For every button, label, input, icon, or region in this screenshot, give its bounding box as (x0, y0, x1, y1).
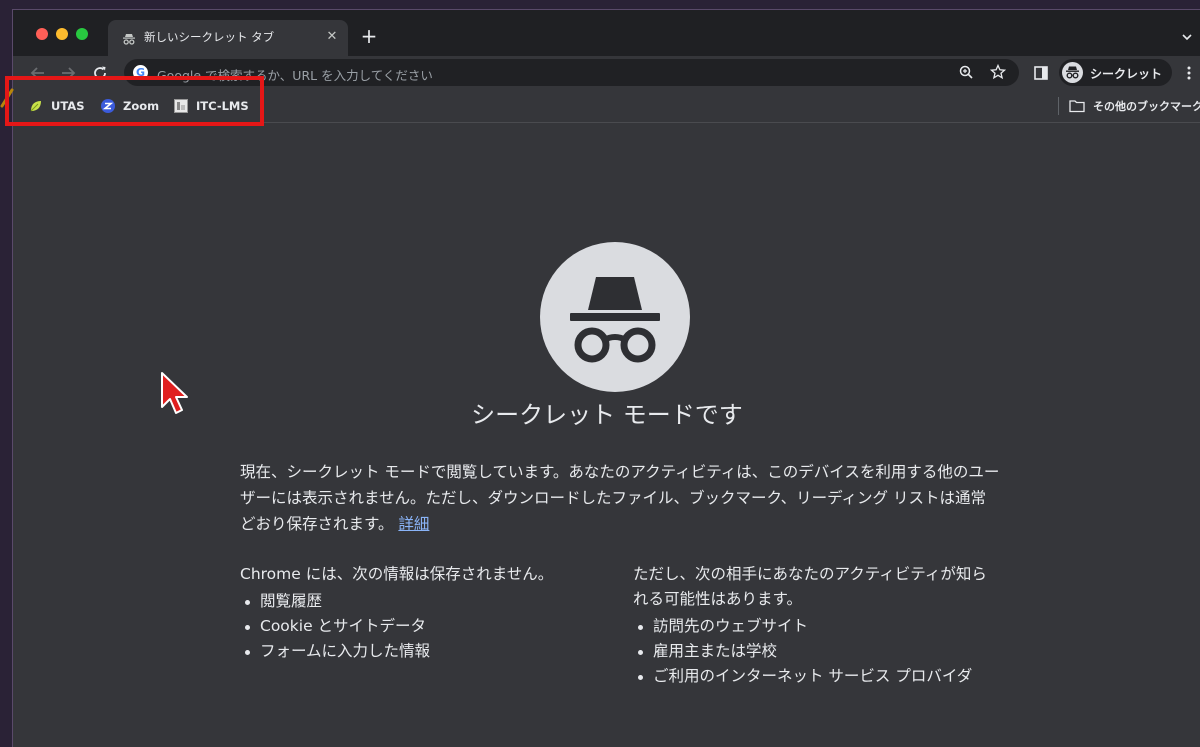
tab-title: 新しいシークレット タブ (144, 30, 275, 44)
side-panel-icon[interactable] (1033, 65, 1049, 81)
new-tab-button[interactable]: + (360, 26, 378, 46)
not-saved-title: Chrome には、次の情報は保存されません。 (240, 565, 554, 583)
tab-strip: 新しいシークレット タブ ✕ + (13, 10, 1200, 56)
maximize-window-button[interactable] (76, 28, 88, 40)
list-item: 閲覧履歴 (245, 589, 600, 614)
incognito-page: シークレット モードです 現在、シークレット モードで閲覧しています。あなたのア… (13, 123, 1200, 747)
bookmark-star-icon[interactable] (989, 63, 1007, 80)
zoom-magnifier-icon[interactable] (958, 64, 974, 80)
incognito-icon (122, 31, 136, 45)
folder-icon (1069, 99, 1085, 113)
not-saved-column: Chrome には、次の情報は保存されません。 閲覧履歴 Cookie とサイト… (240, 562, 600, 664)
other-bookmarks-folder[interactable]: その他のブックマーク (1069, 97, 1200, 115)
close-tab-icon[interactable]: ✕ (324, 29, 340, 45)
learn-more-link[interactable]: 詳細 (398, 515, 429, 533)
incognito-illustration-icon (540, 242, 690, 392)
visible-to-column: ただし、次の相手にあなたのアクティビティが知られる可能性はあります。 訪問先のウ… (633, 562, 988, 689)
incognito-avatar-icon (1062, 62, 1083, 83)
bookmarks-highlight-box (5, 76, 264, 126)
list-item: ご利用のインターネット サービス プロバイダ (638, 664, 988, 689)
list-item: 雇用主または学校 (638, 639, 988, 664)
more-menu-icon[interactable] (1186, 65, 1192, 81)
visible-to-list: 訪問先のウェブサイト 雇用主または学校 ご利用のインターネット サービス プロバ… (633, 614, 988, 689)
page-title: シークレット モードです (471, 401, 743, 429)
list-item: フォームに入力した情報 (245, 639, 600, 664)
incognito-profile-button[interactable]: シークレット (1059, 59, 1172, 86)
tab-incognito[interactable]: 新しいシークレット タブ ✕ (108, 20, 348, 56)
not-saved-list: 閲覧履歴 Cookie とサイトデータ フォームに入力した情報 (240, 589, 600, 664)
close-window-button[interactable] (36, 28, 48, 40)
minimize-window-button[interactable] (56, 28, 68, 40)
tab-search-chevron-icon[interactable] (1181, 28, 1193, 41)
list-item: Cookie とサイトデータ (245, 614, 600, 639)
mouse-cursor-icon (158, 371, 188, 419)
visible-to-title: ただし、次の相手にあなたのアクティビティが知られる可能性はあります。 (633, 565, 987, 608)
other-bookmarks-label: その他のブックマーク (1093, 100, 1200, 113)
intro-text: 現在、シークレット モードで閲覧しています。あなたのアクティビティは、このデバイ… (240, 463, 1000, 533)
profile-label: シークレット (1090, 67, 1163, 81)
bookmarks-divider (1058, 97, 1059, 115)
list-item: 訪問先のウェブサイト (638, 614, 988, 639)
intro-paragraph: 現在、シークレット モードで閲覧しています。あなたのアクティビティは、このデバイ… (240, 459, 1000, 537)
